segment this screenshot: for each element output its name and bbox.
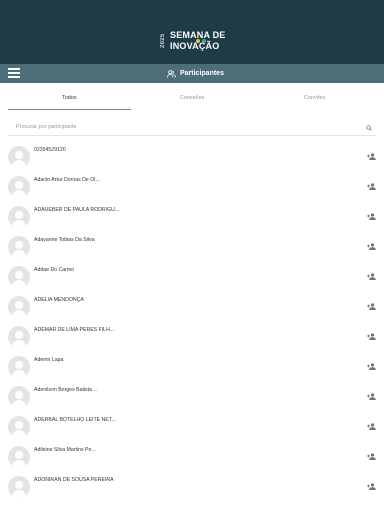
participant-name: ADERBAL BOTELHO LEITE NET... [34, 417, 116, 423]
avatar [8, 476, 30, 498]
tab-bar: Todos Conexões Convites [8, 90, 376, 110]
participant-name: Adayanne Tobias Da Silva [34, 237, 95, 243]
participant-name: ADAUEBER DE PAULA RODRIGU... [34, 207, 120, 213]
participant-list: 02354529120 Adacto Artur Dornas De Ol...… [0, 142, 384, 502]
tab-conexoes[interactable]: Conexões [131, 90, 254, 110]
participant-name: ADONIRAN DE SOUSA PEREIRA [34, 477, 114, 483]
search-icon[interactable] [366, 125, 372, 131]
add-person-icon[interactable] [367, 273, 376, 280]
participant-name: ADEMAR DE LIMA PERES FILH... [34, 327, 115, 333]
search-input[interactable]: Procurar por participante [8, 120, 376, 136]
add-person-icon[interactable] [367, 453, 376, 460]
add-person-icon[interactable] [367, 483, 376, 490]
add-person-icon[interactable] [367, 423, 376, 430]
add-person-icon[interactable] [367, 243, 376, 250]
logo-line-2: INOVAÇÃO [170, 41, 220, 51]
participant-name: Adileine Silva Martins Pe... [34, 447, 96, 453]
avatar [8, 446, 30, 468]
search-placeholder: Procurar por participante [16, 124, 77, 130]
nav-bar: Participantes [0, 64, 384, 83]
semana-de-inovacao-logo: 2025 SEMANA DE INOVAÇÃO [160, 29, 230, 53]
add-person-icon[interactable] [367, 333, 376, 340]
list-item[interactable]: ADAUEBER DE PAULA RODRIGU... [0, 202, 384, 232]
participant-name: Addae Do Carmo [34, 267, 75, 273]
avatar [8, 416, 30, 438]
add-person-icon[interactable] [367, 303, 376, 310]
avatar [8, 146, 30, 168]
tab-convites[interactable]: Convites [253, 90, 376, 110]
logo-dot-green [202, 39, 206, 43]
avatar [8, 296, 30, 318]
participant-name: Adacto Artur Dornas De Ol... [34, 177, 100, 183]
add-person-icon[interactable] [367, 213, 376, 220]
add-person-icon[interactable] [367, 393, 376, 400]
list-item[interactable]: Adayanne Tobias Da Silva [0, 232, 384, 262]
avatar [8, 386, 30, 408]
page-title-label: Participantes [180, 70, 224, 77]
avatar [8, 356, 30, 378]
list-item[interactable]: Adileine Silva Martins Pe... [0, 442, 384, 472]
participant-name: ADELIA MENDONÇA [34, 297, 84, 303]
tab-todos[interactable]: Todos [8, 90, 131, 110]
list-item[interactable]: ADERBAL BOTELHO LEITE NET... [0, 412, 384, 442]
menu-icon[interactable] [8, 68, 20, 79]
list-item[interactable]: Ademir Lapa [0, 352, 384, 382]
app-header: 2025 SEMANA DE INOVAÇÃO [0, 0, 384, 64]
list-item[interactable]: 02354529120 [0, 142, 384, 172]
avatar [8, 236, 30, 258]
avatar [8, 176, 30, 198]
logo-dot-yellow [196, 39, 200, 43]
add-person-icon[interactable] [367, 363, 376, 370]
page-title: Participantes [167, 67, 224, 80]
participant-name: Ademir Lapa [34, 357, 64, 363]
logo-year: 2025 [160, 33, 166, 49]
add-person-icon[interactable] [367, 153, 376, 160]
list-item[interactable]: Addae Do Carmo [0, 262, 384, 292]
list-item[interactable]: Adenilson Borges Batista ... [0, 382, 384, 412]
participant-name: Adenilson Borges Batista ... [34, 387, 98, 393]
avatar [8, 326, 30, 348]
list-item[interactable]: ADELIA MENDONÇA [0, 292, 384, 322]
participant-name: 02354529120 [34, 147, 66, 153]
avatar [8, 266, 30, 288]
list-item[interactable]: Adacto Artur Dornas De Ol... [0, 172, 384, 202]
list-item[interactable]: ADEMAR DE LIMA PERES FILH... [0, 322, 384, 352]
add-person-icon[interactable] [367, 183, 376, 190]
list-item[interactable]: ADONIRAN DE SOUSA PEREIRA [0, 472, 384, 502]
avatar [8, 206, 30, 228]
people-icon [167, 69, 176, 78]
